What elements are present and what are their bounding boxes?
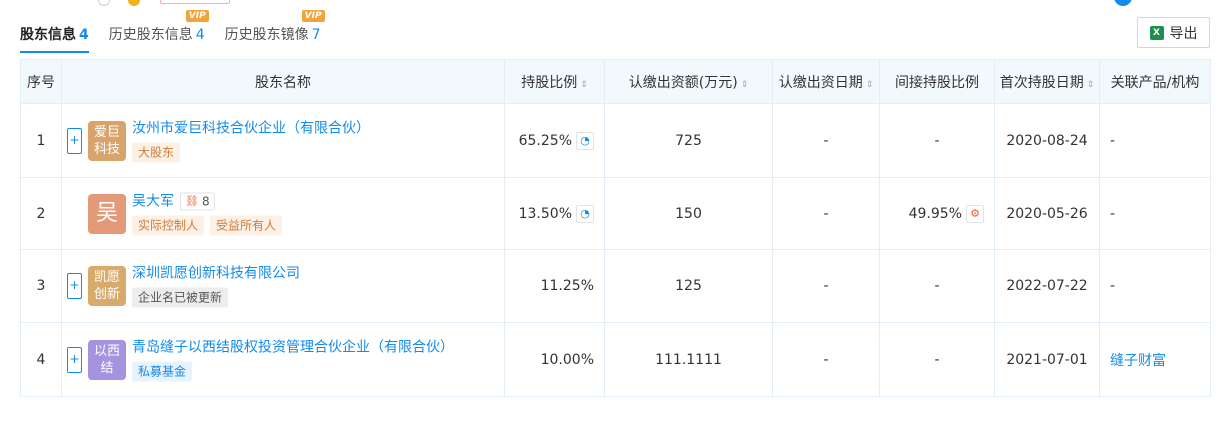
expand-button[interactable]: + bbox=[67, 127, 82, 154]
date-cell: - bbox=[772, 249, 880, 323]
amount-cell: 125 bbox=[604, 249, 773, 323]
date-cell: - bbox=[772, 322, 880, 397]
col-date-header[interactable]: 认缴出资日期 ⇕ bbox=[772, 59, 880, 104]
tag-major-shareholder: 大股东 bbox=[132, 142, 181, 162]
tab-count: 4 bbox=[195, 27, 205, 43]
sort-icon[interactable]: ⇕ bbox=[866, 80, 874, 90]
ratio-cell: 13.50% ◔ bbox=[504, 177, 605, 250]
shareholder-name-link[interactable]: 深圳凯愿创新科技有限公司 bbox=[132, 265, 300, 283]
page-header-cropped bbox=[0, 0, 1229, 10]
col-name-header: 股东名称 bbox=[61, 59, 505, 104]
tab-shareholder-info[interactable]: 股东信息 4 bbox=[20, 24, 89, 53]
sort-icon[interactable]: ⇕ bbox=[580, 80, 588, 90]
first-date-cell: 2022-07-22 bbox=[994, 249, 1100, 323]
help-icon[interactable] bbox=[98, 0, 110, 6]
expand-button[interactable]: + bbox=[67, 273, 82, 299]
ratio-cell: 65.25% ◔ bbox=[504, 103, 605, 178]
ratio-cell: 11.25% bbox=[504, 249, 605, 323]
first-date-cell: 2020-08-24 bbox=[994, 103, 1100, 178]
relation-graph-icon: ⛓ bbox=[185, 194, 199, 207]
shareholder-cell: + 以西结 青岛缝子以西结股权投资管理合伙企业（有限合伙） 私募基金 bbox=[61, 322, 505, 397]
row-index: 3 bbox=[20, 249, 62, 323]
indirect-cell: - bbox=[879, 249, 995, 323]
table-row: 4 + 以西结 青岛缝子以西结股权投资管理合伙企业（有限合伙） 私募基金 10.… bbox=[20, 322, 1211, 397]
amount-cell: 150 bbox=[604, 177, 773, 250]
tag-private-fund: 私募基金 bbox=[132, 361, 193, 381]
tab-label: 股东信息 bbox=[20, 27, 76, 43]
tag-beneficial-owner: 受益所有人 bbox=[210, 215, 283, 235]
shareholder-name-link[interactable]: 吴大军 bbox=[132, 192, 174, 210]
row-index: 1 bbox=[20, 103, 62, 178]
pie-chart-icon[interactable]: ◔ bbox=[576, 131, 594, 150]
indirect-cell: - bbox=[879, 103, 995, 178]
amount-cell: 111.1111 bbox=[604, 322, 773, 397]
shareholder-tabs: 股东信息 4 历史股东信息 4 VIP 历史股东镜像 7 VIP bbox=[20, 10, 341, 53]
vip-badge: VIP bbox=[185, 10, 209, 22]
export-button[interactable]: X 导出 bbox=[1137, 17, 1210, 48]
company-avatar[interactable]: 以西结 bbox=[88, 339, 126, 380]
related-product-link[interactable]: 缝子财富 bbox=[1110, 353, 1166, 369]
indirect-cell: 49.95% ⚙ bbox=[879, 177, 995, 250]
related-cell: - bbox=[1099, 249, 1211, 323]
col-amount-header[interactable]: 认缴出资额(万元) ⇕ bbox=[604, 59, 773, 104]
table-row: 1 + 爱巨 科技 汝州市爱巨科技合伙企业（有限合伙） 大股东 65.25% ◔ 7… bbox=[20, 103, 1211, 178]
company-avatar[interactable]: 爱巨 科技 bbox=[88, 120, 126, 161]
col-index-header: 序号 bbox=[20, 59, 62, 104]
sort-icon[interactable]: ⇕ bbox=[1087, 80, 1095, 90]
related-cell: - bbox=[1099, 103, 1211, 178]
table-row: 2 吴 吴大军 ⛓ 8 实际控制人 受益所有人 13.50% ◔ 150 - 49.9… bbox=[20, 177, 1211, 250]
equity-penetration-icon[interactable]: ⚙ bbox=[966, 204, 984, 223]
pie-chart-icon[interactable]: ◔ bbox=[576, 204, 594, 223]
related-cell: 缝子财富 bbox=[1099, 322, 1211, 397]
shareholder-cell: + 爱巨 科技 汝州市爱巨科技合伙企业（有限合伙） 大股东 bbox=[61, 103, 505, 178]
tag-name-updated: 企业名已被更新 bbox=[132, 287, 229, 308]
col-first-date-header[interactable]: 首次持股日期 ⇕ bbox=[994, 59, 1100, 104]
related-cell: - bbox=[1099, 177, 1211, 250]
shareholder-cell: 吴 吴大军 ⛓ 8 实际控制人 受益所有人 bbox=[61, 177, 505, 250]
col-indirect-header: 间接持股比例 bbox=[879, 59, 995, 104]
tag-actual-controller: 实际控制人 bbox=[132, 215, 205, 235]
qichacha-logo bbox=[1114, 0, 1209, 6]
badge-icon bbox=[128, 0, 140, 6]
amount-cell: 725 bbox=[604, 103, 773, 178]
row-index: 2 bbox=[20, 177, 62, 250]
shareholder-name-link[interactable]: 青岛缝子以西结股权投资管理合伙企业（有限合伙） bbox=[132, 338, 454, 356]
expand-button[interactable]: + bbox=[67, 346, 82, 373]
first-date-cell: 2021-07-01 bbox=[994, 322, 1100, 397]
excel-icon: X bbox=[1149, 25, 1164, 40]
table-header-row: 序号 股东名称 持股比例 ⇕ 认缴出资额(万元) ⇕ 认缴出资日期 ⇕ 间接持股比例 … bbox=[20, 59, 1211, 104]
tab-label: 历史股东镜像 bbox=[224, 27, 309, 43]
relation-count-badge[interactable]: ⛓ 8 bbox=[180, 192, 215, 210]
shareholder-table: 序号 股东名称 持股比例 ⇕ 认缴出资额(万元) ⇕ 认缴出资日期 ⇕ 间接持股比例 … bbox=[20, 59, 1211, 397]
export-label: 导出 bbox=[1169, 25, 1198, 42]
col-related-header: 关联产品/机构 bbox=[1099, 59, 1211, 104]
ratio-cell: 10.00% bbox=[504, 322, 605, 397]
tab-history-shareholder-info[interactable]: 历史股东信息 4 VIP bbox=[108, 10, 209, 46]
shareholder-name-link[interactable]: 汝州市爱巨科技合伙企业（有限合伙） bbox=[132, 119, 370, 137]
row-index: 4 bbox=[20, 322, 62, 397]
tab-label: 历史股东信息 bbox=[108, 27, 193, 43]
date-cell: - bbox=[772, 103, 880, 178]
tab-history-shareholder-mirror[interactable]: 历史股东镜像 7 VIP bbox=[224, 10, 325, 46]
company-avatar[interactable]: 凯愿 创新 bbox=[88, 266, 126, 306]
first-date-cell: 2020-05-26 bbox=[994, 177, 1100, 250]
sort-icon[interactable]: ⇕ bbox=[741, 80, 749, 90]
col-ratio-header[interactable]: 持股比例 ⇕ bbox=[504, 59, 605, 104]
table-row: 3 + 凯愿 创新 深圳凯愿创新科技有限公司 企业名已被更新 11.25% 125… bbox=[20, 249, 1211, 323]
tab-count: 7 bbox=[311, 27, 321, 43]
vip-badge: VIP bbox=[301, 10, 325, 22]
tab-count: 4 bbox=[79, 27, 89, 43]
person-avatar[interactable]: 吴 bbox=[88, 193, 126, 234]
header-pill bbox=[160, 0, 230, 4]
indirect-cell: - bbox=[879, 322, 995, 397]
date-cell: - bbox=[772, 177, 880, 250]
shareholder-cell: + 凯愿 创新 深圳凯愿创新科技有限公司 企业名已被更新 bbox=[61, 249, 505, 323]
